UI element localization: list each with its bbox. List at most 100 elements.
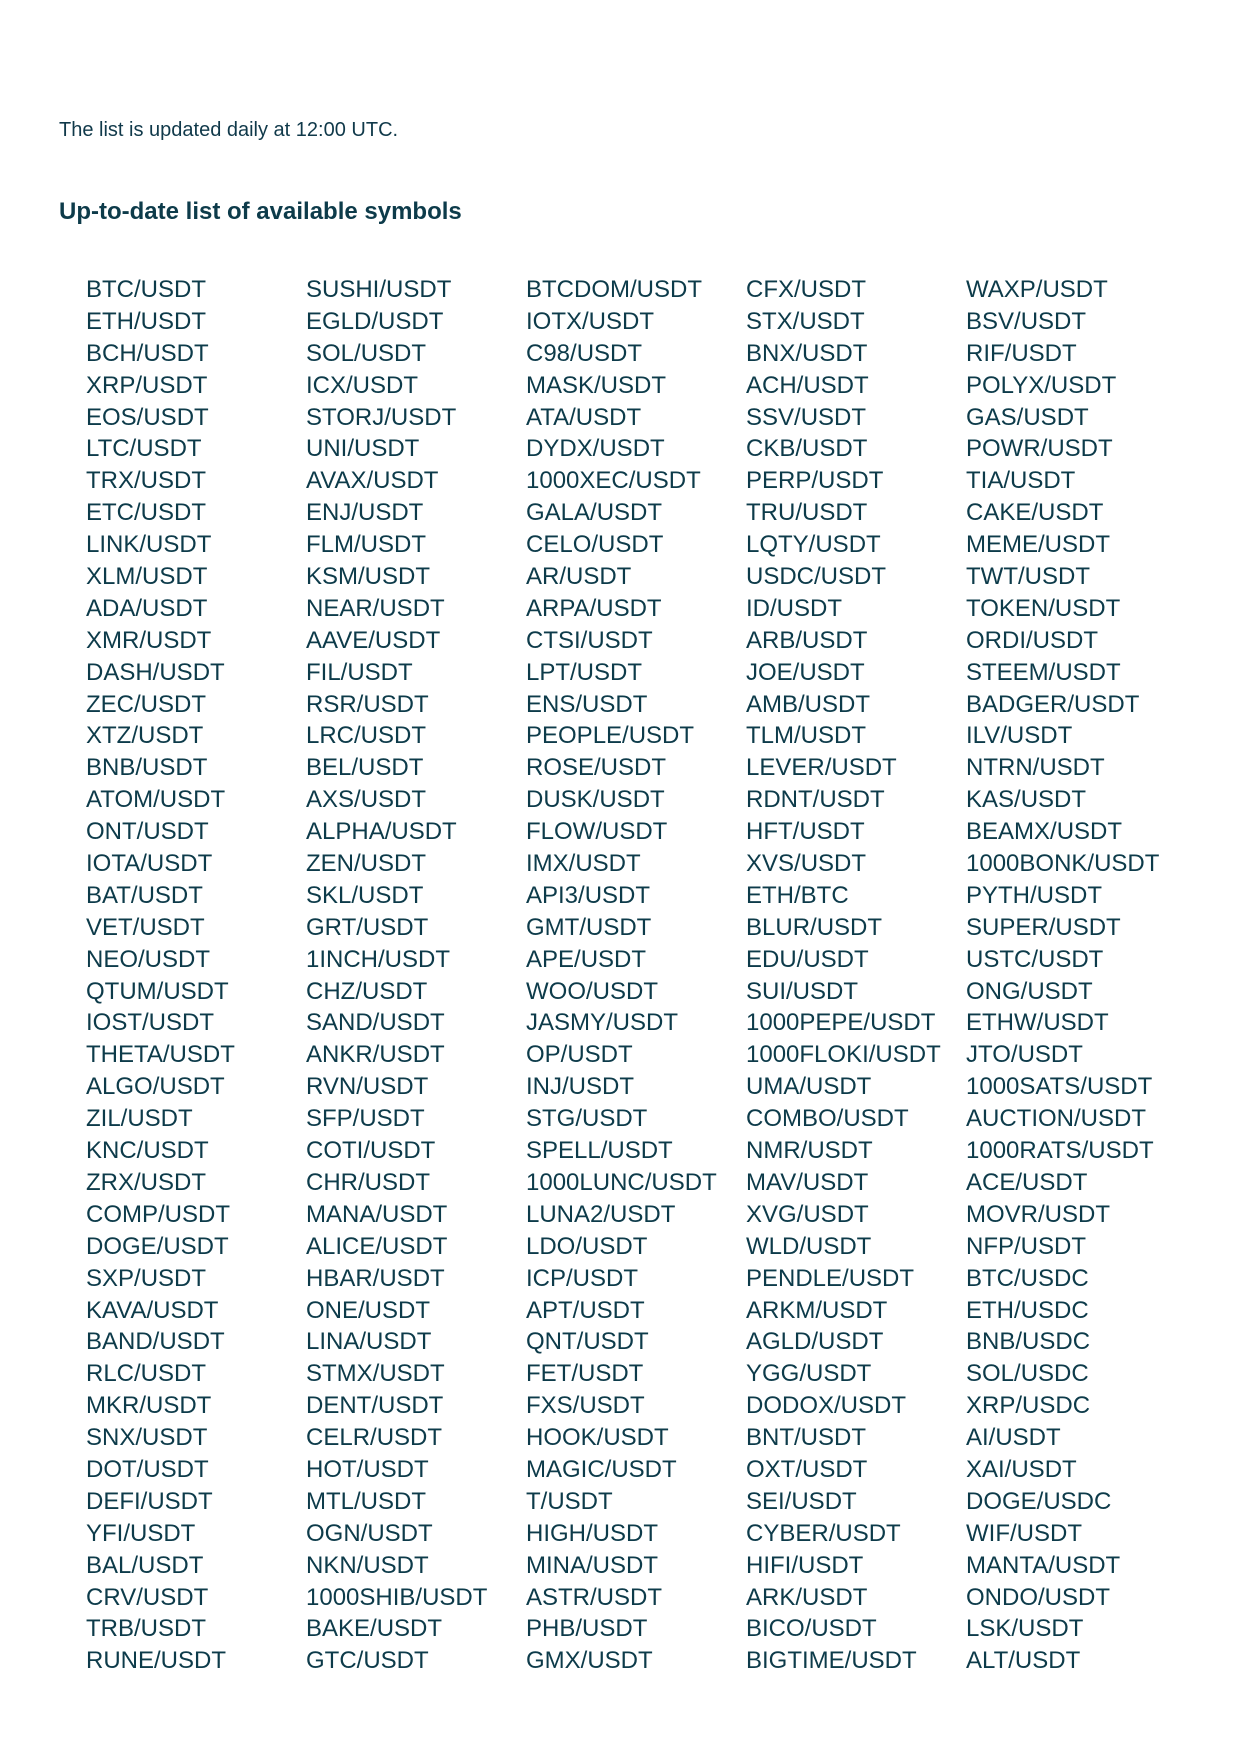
symbol-item: BAT/USDT [86, 881, 203, 909]
symbol-item: AUCTION/USDT [966, 1105, 1146, 1133]
symbol-item: XVG/USDT [746, 1200, 869, 1228]
symbol-item: 1000SHIB/USDT [306, 1583, 488, 1611]
symbol-item: ARB/USDT [746, 626, 868, 654]
symbol-item: KAS/USDT [966, 786, 1087, 814]
symbol-item: QNT/USDT [526, 1328, 649, 1356]
symbol-item: CHZ/USDT [306, 977, 428, 1005]
symbol-item: ATA/USDT [526, 403, 642, 431]
symbol-item: CTSI/USDT [526, 626, 653, 654]
symbol-item: ICP/USDT [526, 1264, 639, 1292]
symbol-item: ARPA/USDT [526, 594, 662, 622]
symbol-item: ID/USDT [746, 594, 842, 622]
symbol-item: IMX/USDT [526, 850, 641, 878]
symbol-item: YFI/USDT [86, 1519, 196, 1547]
symbol-item: RVN/USDT [306, 1073, 429, 1101]
symbol-item: POLYX/USDT [966, 371, 1117, 399]
symbol-item: FLOW/USDT [526, 818, 668, 846]
symbol-item: HOOK/USDT [526, 1424, 669, 1452]
symbol-item: HFT/USDT [746, 818, 865, 846]
symbol-item: STG/USDT [526, 1105, 648, 1133]
symbol-item: AAVE/USDT [306, 626, 441, 654]
symbol-item: NKN/USDT [306, 1551, 429, 1579]
symbol-item: TRU/USDT [746, 499, 868, 527]
symbol-item: YGG/USDT [746, 1360, 872, 1388]
symbol-item: 1000FLOKI/USDT [746, 1041, 941, 1069]
symbol-item: NFP/USDT [966, 1232, 1086, 1260]
symbol-item: CRV/USDT [86, 1583, 209, 1611]
symbol-item: PEOPLE/USDT [526, 722, 695, 750]
symbol-column-2: SUSHI/USDT EGLD/USDT SOL/USDT ICX/USDT STORJ… [306, 274, 526, 1677]
symbol-item: INJ/USDT [526, 1073, 634, 1101]
symbol-item: C98/USDT [526, 339, 643, 367]
symbol-item: NEAR/USDT [306, 594, 445, 622]
symbol-item: JASMY/USDT [526, 1009, 679, 1037]
symbol-item: GMT/USDT [526, 913, 652, 941]
symbol-item: AMB/USDT [746, 690, 871, 718]
symbol-item: IOST/USDT [86, 1009, 215, 1037]
symbol-item: KNC/USDT [86, 1137, 209, 1165]
symbol-column-1: BTC/USDT ETH/USDT BCH/USDT XRP/USDT EOS/USDT… [86, 274, 306, 1677]
symbol-item: MOVR/USDT [966, 1200, 1110, 1228]
symbol-item: XRP/USDT [86, 371, 208, 399]
symbol-item: DOT/USDT [86, 1455, 209, 1483]
symbol-item: XRP/USDC [966, 1392, 1091, 1420]
symbol-item: ONDO/USDT [966, 1583, 1110, 1611]
symbol-item: ALT/USDT [966, 1647, 1081, 1675]
symbol-item: APE/USDT [526, 945, 647, 973]
symbol-item: KAVA/USDT [86, 1296, 219, 1324]
symbol-item: ONE/USDT [306, 1296, 431, 1324]
symbol-item: ENJ/USDT [306, 499, 424, 527]
symbol-item: RSR/USDT [306, 690, 429, 718]
symbol-item: WIF/USDT [966, 1519, 1082, 1547]
symbol-item: AGLD/USDT [746, 1328, 884, 1356]
symbol-item: TWT/USDT [966, 563, 1090, 591]
symbol-item: 1INCH/USDT [306, 945, 451, 973]
symbol-item: BTCDOM/USDT [526, 276, 702, 303]
symbol-item: ASTR/USDT [526, 1583, 663, 1611]
symbol-item: USDC/USDT [746, 563, 887, 591]
symbol-item: POWR/USDT [966, 435, 1113, 463]
symbol-item: ICX/USDT [306, 371, 419, 399]
symbol-item: ANKR/USDT [306, 1041, 445, 1069]
symbol-item: NEO/USDT [86, 945, 211, 973]
symbol-item: BAND/USDT [86, 1328, 225, 1356]
symbol-item: BNB/USDT [86, 754, 208, 782]
symbol-item: BTC/USDC [966, 1264, 1089, 1292]
symbol-item: BICO/USDT [746, 1615, 877, 1643]
symbol-item: MASK/USDT [526, 371, 667, 399]
symbol-item: SAND/USDT [306, 1009, 445, 1037]
symbol-item: PYTH/USDT [966, 881, 1103, 909]
symbol-column-4: CFX/USDT STX/USDT BNX/USDT ACH/USDT SSV/USDT… [746, 274, 966, 1677]
symbol-item: ZEN/USDT [306, 850, 426, 878]
symbol-item: MKR/USDT [86, 1392, 212, 1420]
symbol-item: THETA/USDT [86, 1041, 235, 1069]
symbol-item: BADGER/USDT [966, 690, 1140, 718]
symbol-item: RLC/USDT [86, 1360, 207, 1388]
symbol-item: API3/USDT [526, 881, 651, 909]
symbol-item: ETHW/USDT [966, 1009, 1109, 1037]
symbol-item: STMX/USDT [306, 1360, 445, 1388]
symbol-item: CFX/USDT [746, 276, 866, 303]
symbol-item: ROSE/USDT [526, 754, 667, 782]
symbol-item: SSV/USDT [746, 403, 867, 431]
symbol-item: EOS/USDT [86, 403, 209, 431]
symbol-item: STX/USDT [746, 307, 865, 335]
symbol-item: ZEC/USDT [86, 690, 206, 718]
symbol-item: DYDX/USDT [526, 435, 665, 463]
symbol-item: DOGE/USDT [86, 1232, 229, 1260]
symbol-item: LUNA2/USDT [526, 1200, 676, 1228]
symbol-item: BNB/USDC [966, 1328, 1091, 1356]
symbol-item: ORDI/USDT [966, 626, 1098, 654]
symbol-item: MEME/USDT [966, 531, 1110, 559]
symbol-item: AI/USDT [966, 1424, 1061, 1452]
update-note: The list is updated daily at 12:00 UTC. [59, 119, 399, 141]
symbol-item: AXS/USDT [306, 786, 427, 814]
symbol-item: APT/USDT [526, 1296, 645, 1324]
symbol-item: IOTA/USDT [86, 850, 213, 878]
symbol-item: SPELL/USDT [526, 1137, 673, 1165]
symbol-item: BAL/USDT [86, 1551, 204, 1579]
symbol-item: HBAR/USDT [306, 1264, 445, 1292]
symbol-item: ONT/USDT [86, 818, 209, 846]
symbol-item: MTL/USDT [306, 1487, 426, 1515]
symbol-item: LDO/USDT [526, 1232, 648, 1260]
